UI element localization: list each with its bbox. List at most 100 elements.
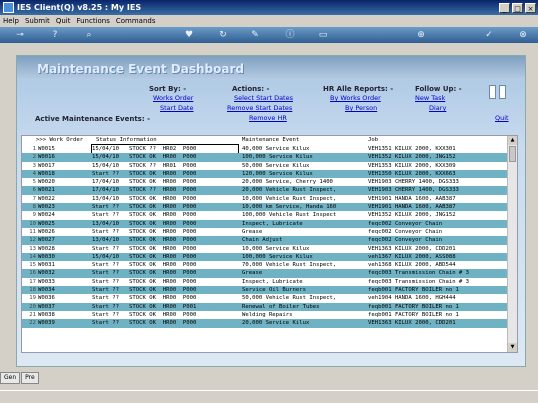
table-row[interactable]: 14 W0030 15/04/10 STOCK OK HR00 P000 100,00…	[22, 252, 517, 262]
favorite-icon[interactable]: ♥	[184, 30, 194, 40]
table-row[interactable]: 12 W0027 13/04/10 STOCK OK HR00 P000 Chain …	[22, 236, 517, 245]
minimize-button[interactable]: _	[499, 2, 510, 13]
col-job[interactable]: Job	[368, 136, 508, 145]
menu-quit[interactable]: Quit	[53, 17, 74, 25]
sort-start-date-link[interactable]: Start Date	[160, 104, 193, 112]
note-icon[interactable]: ▭	[318, 30, 328, 40]
add-icon[interactable]: ⊕	[416, 30, 426, 40]
menu-functions[interactable]: Functions	[73, 17, 112, 25]
follow-up-heading: Follow Up: -	[415, 85, 462, 93]
cell-event: 20,000 Vehicle Rust Inspect,	[242, 187, 337, 194]
col-work-order[interactable]: >>> Work Order	[36, 136, 96, 145]
dashboard-panel: Maintenance Event Dashboard Sort By: - W…	[16, 55, 526, 367]
cell-job: feqc003 Transmission Chain # 3	[368, 278, 470, 285]
table-row[interactable]: 2 W0016 15/04/10 STOCK OK HR00 P000 100,000…	[22, 153, 517, 162]
scroll-down-arrow[interactable]: ▼	[508, 343, 517, 352]
cell-work-order: W0036	[38, 295, 55, 302]
diary-link[interactable]: Diary	[429, 104, 446, 112]
cell-job: VEH1363 KILUX 2000, CDD201	[368, 245, 456, 252]
menu-submit[interactable]: Submit	[22, 17, 53, 25]
tab-pre[interactable]: Pre	[21, 372, 39, 384]
table-row[interactable]: 22 W0039 Start ?? STOCK OK HR00 P000 20,000…	[22, 319, 517, 328]
quit-door-icon[interactable]	[489, 84, 521, 99]
table-row[interactable]: 16 W0032 Start ?? STOCK OK HR00 P000 Grease…	[22, 269, 517, 278]
close-button[interactable]: ×	[525, 2, 536, 13]
table-row[interactable]: 18 W0034 Start ?? STOCK OK HR00 P000 Servic…	[22, 286, 517, 295]
col-status[interactable]: Status Information	[96, 136, 242, 145]
table-row[interactable]: 11 W0026 Start ?? STOCK OK HR00 P000 Grease…	[22, 227, 517, 237]
cell-status: 13/04/10 STOCK OK HR00 P000	[92, 195, 197, 202]
info-icon[interactable]: ⓘ	[285, 30, 295, 40]
table-row[interactable]: 3 W0017 15/04/10 STOCK ?? HR01 P000 50,000 …	[22, 161, 517, 170]
new-task-link[interactable]: New Task	[415, 94, 445, 102]
grid-scrollbar[interactable]: ▲ ▼	[507, 136, 517, 352]
refresh-icon[interactable]: ↻	[218, 30, 228, 40]
cell-job: feqc002 Conveyor Chain	[368, 228, 443, 235]
cell-work-order: W0020	[38, 179, 55, 186]
quit-link[interactable]: Quit	[495, 114, 509, 122]
menu-help[interactable]: Help	[0, 17, 22, 25]
scroll-up-arrow[interactable]: ▲	[508, 136, 517, 145]
remove-start-dates-link[interactable]: Remove Start Dates	[227, 104, 292, 112]
maximize-button[interactable]: □	[512, 2, 523, 13]
menu-commands[interactable]: Commands	[113, 17, 159, 25]
edit-icon[interactable]: ✎	[250, 30, 260, 40]
cell-job: VEH1903 CHERRY 1400, DGS333	[368, 179, 459, 186]
cell-status: Start ?? STOCK OK HR00 P000	[92, 320, 197, 327]
table-row[interactable]: 8 W0023 Start ?? STOCK OK HR00 P000 10,000 …	[22, 203, 517, 212]
cell-status: 15/04/10 STOCK OK HR00 P000	[92, 253, 197, 260]
cell-status: Start ?? STOCK OK HR00 P000	[92, 204, 197, 211]
table-row[interactable]: 20 W0037 Start ?? STOCK OK HR00 P001 Renewa…	[22, 302, 517, 311]
table-row[interactable]: 9 W0024 Start ?? STOCK OK HR00 P000 100,000…	[22, 211, 517, 220]
cell-event: 50,000 Vehicle Rust Inspect,	[242, 295, 337, 302]
table-row[interactable]: 17 W0033 Start ?? STOCK OK HR00 P000 Inspec…	[22, 277, 517, 287]
col-event[interactable]: Maintenance Event	[242, 136, 364, 145]
row-number: 19	[29, 295, 36, 302]
cell-event: 10,000 km Service, Handa 160	[242, 204, 337, 211]
table-row[interactable]: 4 W0018 Start ?? STOCK OK HR00 P000 120,000…	[22, 169, 517, 179]
cell-status: Start ?? STOCK OK HR00 P000	[92, 311, 197, 318]
table-row[interactable]: 7 W0022 13/04/10 STOCK OK HR00 P000 10,000 …	[22, 194, 517, 204]
table-row[interactable]: 6 W0021 17/04/10 STOCK ?? HR00 P000 20,000 …	[22, 186, 517, 195]
table-row[interactable]: 13 W0028 Start ?? STOCK OK HR00 P000 10,000…	[22, 244, 517, 253]
cell-job: feqb001 FACTORY BOILER no 1	[368, 287, 459, 294]
help-icon[interactable]: ?	[50, 30, 60, 40]
cell-work-order: W0030	[38, 253, 55, 260]
row-number: 14	[29, 253, 36, 260]
table-row[interactable]: 10 W0025 13/04/10 STOCK OK HR00 P000 Inspec…	[22, 219, 517, 228]
page-title: Maintenance Event Dashboard	[37, 62, 244, 76]
cell-job: feqc003 Transmission Chain # 3	[368, 270, 470, 277]
cell-work-order: W0027	[38, 237, 55, 244]
cell-job: VEH1352 KILUX 2000, JNG152	[368, 212, 456, 219]
scroll-thumb[interactable]	[509, 146, 516, 162]
menu-bar: Help Submit Quit Functions Commands	[0, 15, 538, 27]
cell-event: 100,000 Service Kilux	[242, 154, 313, 161]
table-row[interactable]: 15 W0031 Start ?? STOCK OK HR00 P000 70,000…	[22, 261, 517, 270]
cell-job: feqc002 Conveyor Chain	[368, 237, 443, 244]
cell-job: feqc002 Conveyor Chain	[368, 220, 443, 227]
table-row[interactable]: 1 W0015 15/04/10 STOCK ?? HR02 P000 40,000 …	[22, 143, 517, 155]
close-panel-icon[interactable]: ⊗	[518, 30, 528, 40]
cell-event: 100,000 Service Kilux	[242, 253, 313, 260]
table-row[interactable]: 19 W0036 Start ?? STOCK OK HR00 P000 50,000…	[22, 294, 517, 303]
cell-event: 50,000 Service Kilux	[242, 162, 310, 169]
select-start-dates-link[interactable]: Select Start Dates	[234, 94, 293, 102]
key-icon[interactable]: ⊸	[12, 30, 28, 40]
table-row[interactable]: 21 W0038 Start ?? STOCK OK HR00 P000 Weldin…	[22, 310, 517, 320]
cell-job: veh1904 HANDA 1600, HGH444	[368, 295, 456, 302]
toolbar: ⊸ ? ⌕ ♥ ↻ ✎ ⓘ ▭ ⊕ ✓ ⊗	[0, 27, 538, 43]
cell-event: Renewal of Boiler Tubes	[242, 303, 320, 310]
cell-event: 10,000 Service Kilux	[242, 245, 310, 252]
table-row[interactable]: 5 W0020 17/04/10 STOCK OK HR00 P000 20,000 …	[22, 178, 517, 187]
by-person-link[interactable]: By Person	[345, 104, 377, 112]
cell-event: 20,000 Service, Cherry 1400	[242, 179, 333, 186]
remove-hr-link[interactable]: Remove HR	[249, 114, 287, 122]
cell-work-order: W0015	[38, 146, 55, 152]
search-icon[interactable]: ⌕	[84, 30, 94, 40]
app-icon	[3, 2, 14, 13]
cell-event: 40,000 Service Kilux	[242, 146, 310, 152]
by-works-order-link[interactable]: By Works Order	[330, 94, 381, 102]
sort-works-order-link[interactable]: Works Order	[153, 94, 193, 102]
tab-gen[interactable]: Gen	[0, 372, 21, 384]
check-icon[interactable]: ✓	[484, 30, 494, 40]
